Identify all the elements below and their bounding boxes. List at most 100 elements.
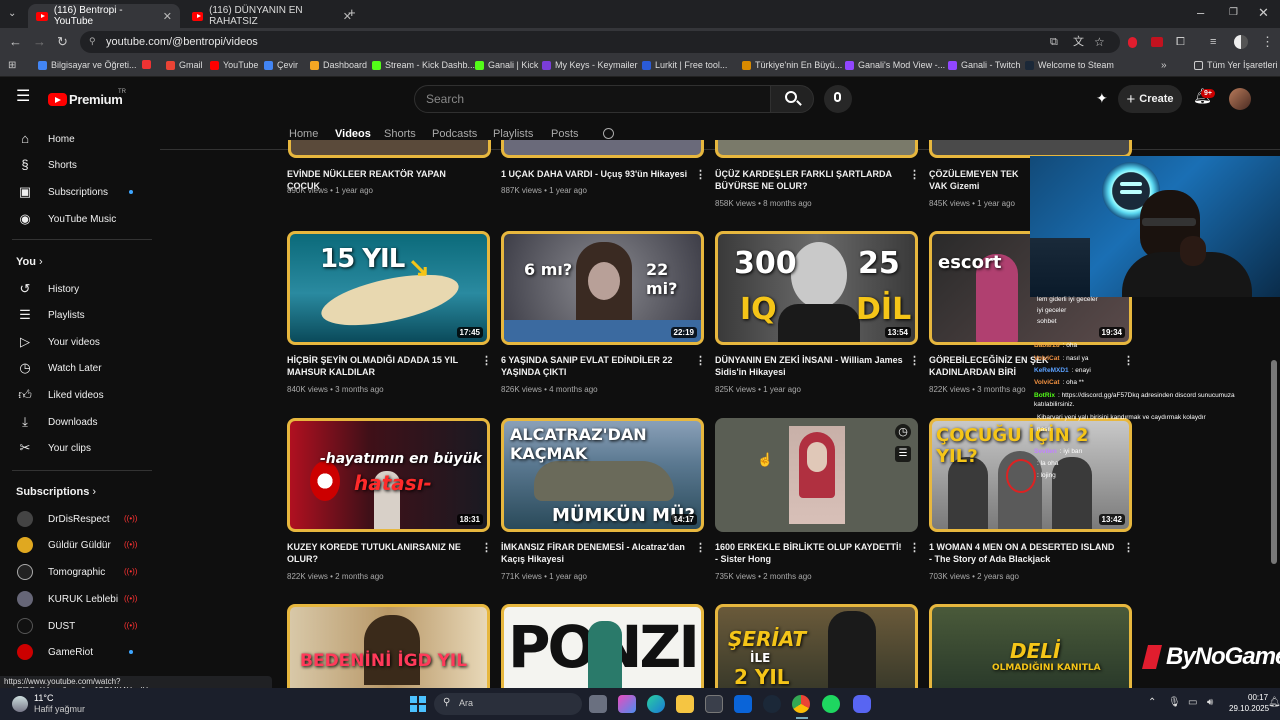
bookmark-item[interactable]: Bilgisayar ve Öğreti... [38,60,137,70]
bookmark-item[interactable] [142,60,155,69]
bookmark-star-icon[interactable]: ☆ [1094,35,1105,49]
install-app-icon[interactable]: ⧉ [1050,35,1058,49]
account-avatar[interactable] [1229,88,1251,110]
video-thumbnail[interactable]: ŞERİAT İLE 2 YIL [715,604,918,688]
sidebar-item-youtube-music[interactable]: ◉ YouTube Music [0,206,155,232]
extension-icon[interactable] [1128,37,1137,48]
sidebar-item-downloads[interactable]: ⤓ Downloads [0,409,155,435]
bookmark-item[interactable]: Welcome to Steam [1025,60,1114,70]
tab-playlists[interactable]: Playlists [493,128,533,140]
sidebar-item-liked-videos[interactable]: 👍︎ Liked videos [0,382,155,408]
steam-icon[interactable] [763,695,781,713]
video-title[interactable]: HİÇBİR ŞEYİN OLMADIĞI ADADA 15 YIL MAHSU… [287,354,477,378]
more-actions-icon[interactable]: ⋮ [909,541,920,554]
tab-videos[interactable]: Videos [335,128,371,140]
discord-icon[interactable] [853,695,871,713]
tab-posts[interactable]: Posts [551,128,579,140]
back-icon[interactable]: ← [9,35,22,49]
search-button[interactable] [770,85,814,113]
youtube-logo-icon[interactable] [48,93,67,106]
network-icon[interactable]: ▭ [1188,697,1197,708]
bookmark-item[interactable]: Çevir [264,60,298,70]
apps-grid-icon[interactable]: ⊞ [8,59,16,73]
add-to-queue-icon[interactable]: ☰ [895,446,911,462]
bookmark-item[interactable]: Ganali | Kick [475,60,538,70]
forward-icon[interactable]: → [33,35,46,49]
minimize-icon[interactable]: – [1197,6,1204,20]
watch-later-icon[interactable]: ◷ [895,424,911,440]
video-title[interactable]: DÜNYANIN EN ZEKİ İNSANI - William James … [715,354,905,378]
video-thumbnail[interactable]: BEDENİNİ İGD YIL [287,604,490,688]
bookmark-item[interactable]: Stream - Kick Dashb... [372,60,475,70]
video-thumbnail[interactable] [288,140,491,158]
close-tab-icon[interactable]: ✕ [163,10,172,23]
weather-icon[interactable] [12,696,28,712]
all-bookmarks[interactable]: Tüm Yer İşaretleri [1194,60,1278,70]
more-actions-icon[interactable]: ⋮ [481,354,492,367]
maximize-icon[interactable]: ❐ [1229,6,1238,20]
reload-icon[interactable]: ↻ [57,35,68,49]
url-field[interactable]: ⚲ youtube.com/@bentropi/videos [80,31,1120,53]
more-actions-icon[interactable]: ⋮ [481,541,492,554]
clock-time[interactable]: 00:17 [1248,693,1268,702]
windows-start-icon[interactable] [410,696,426,712]
taskbar-search[interactable]: ⚲ Ara [434,693,582,715]
subscriptions-section-header[interactable]: Subscriptions › [16,486,96,498]
tab-shorts[interactable]: Shorts [384,128,416,140]
tray-overflow-icon[interactable]: ⌃ [1148,697,1156,708]
chrome-icon[interactable] [792,695,810,713]
video-thumbnail[interactable]: 6 mı? 22 mi? 22:19 [501,231,704,345]
sidebar-item-home[interactable]: ⌂ Home [0,126,155,152]
bookmark-item[interactable]: Lurkit | Free tool... [642,60,727,70]
more-actions-icon[interactable]: ⋮ [695,354,706,367]
sidebar-item-your-videos[interactable]: ▷ Your videos [0,329,155,355]
outlook-icon[interactable] [734,695,752,713]
weather-desc[interactable]: Hafif yağmur [34,704,85,714]
tab-search-icon[interactable]: ⌄ [8,7,16,21]
profile-avatar[interactable] [1234,35,1248,49]
file-explorer-icon[interactable] [676,695,694,713]
more-actions-icon[interactable]: ⋮ [695,541,706,554]
clock-date[interactable]: 29.10.2025 [1229,704,1269,713]
video-thumbnail[interactable]: 15 YIL ↘ 17:45 [287,231,490,345]
sidebar-item-history[interactable]: ↺ History [0,276,155,302]
video-title[interactable]: ÇÖZÜLEMEYEN TEK VAK Gizemi [929,168,1029,192]
more-actions-icon[interactable]: ⋮ [695,168,706,181]
video-title[interactable]: 1600 ERKEKLE BİRLİKTE OLUP KAYDETTİ! - S… [715,541,905,565]
task-view-icon[interactable] [589,695,607,713]
extensions-puzzle-icon[interactable]: ⧠ [1176,35,1185,49]
you-section-header[interactable]: You › [16,256,43,268]
browser-menu-icon[interactable]: ⋮ [1261,35,1274,49]
video-title[interactable]: 6 YAŞINDA SANIP EVLAT EDİNDİLER 22 YAŞIN… [501,354,691,378]
video-thumbnail[interactable]: ALCATRAZ'DAN KAÇMAK MÜMKÜN MÜ? 14:17 [501,418,704,532]
spotify-icon[interactable] [822,695,840,713]
search-input[interactable]: Search [414,85,771,113]
close-window-icon[interactable]: ✕ [1258,6,1269,20]
more-bookmarks-icon[interactable]: » [1161,59,1167,73]
tab-podcasts[interactable]: Podcasts [432,128,477,140]
video-thumbnail[interactable]: DELİ OLMADIĞINI KANITLA [929,604,1132,688]
bookmark-item[interactable]: Türkiye'nin En Büyü... [742,60,842,70]
translate-icon[interactable]: 文 [1073,35,1084,49]
video-thumbnail[interactable]: -hayatımın en büyük hatası- 18:31 [287,418,490,532]
video-title[interactable]: İMKANSIZ FİRAR DENEMESİ - Alcatraz'dan K… [501,541,691,565]
weather-temp[interactable]: 11°C [34,693,53,703]
notifications-icon[interactable]: 🔔︎ [1268,697,1280,708]
microphone-tray-icon[interactable]: 🎙︎ [1168,697,1181,708]
bookmark-item[interactable]: Ganali - Twitch [948,60,1020,70]
sidebar-item-playlists[interactable]: ☰ Playlists [0,302,155,328]
bookmark-item[interactable]: Gmail [166,60,203,70]
more-actions-icon[interactable]: ⋮ [1123,541,1134,554]
video-thumbnail[interactable] [501,140,704,158]
bookmark-item[interactable]: Dashboard [310,60,367,70]
video-thumbnail-hovered[interactable]: ◷ ☰ [715,418,918,532]
new-tab-icon[interactable]: + [348,6,356,20]
video-thumbnail[interactable]: 300 IQ 25 DİL 13:54 [715,231,918,345]
bookmark-item[interactable]: Ganali's Mod View -... [845,60,945,70]
sidebar-item-shorts[interactable]: § Shorts [0,152,155,178]
sidebar-item-watch-later[interactable]: ◷ Watch Later [0,355,155,381]
more-actions-icon[interactable]: ⋮ [909,168,920,181]
cast-icon[interactable]: ✦ [1096,91,1108,105]
video-thumbnail[interactable]: PONZI [501,604,704,688]
video-title[interactable]: 1 UÇAK DAHA VARDI - Uçuş 93'ün Hikayesi [501,168,691,180]
